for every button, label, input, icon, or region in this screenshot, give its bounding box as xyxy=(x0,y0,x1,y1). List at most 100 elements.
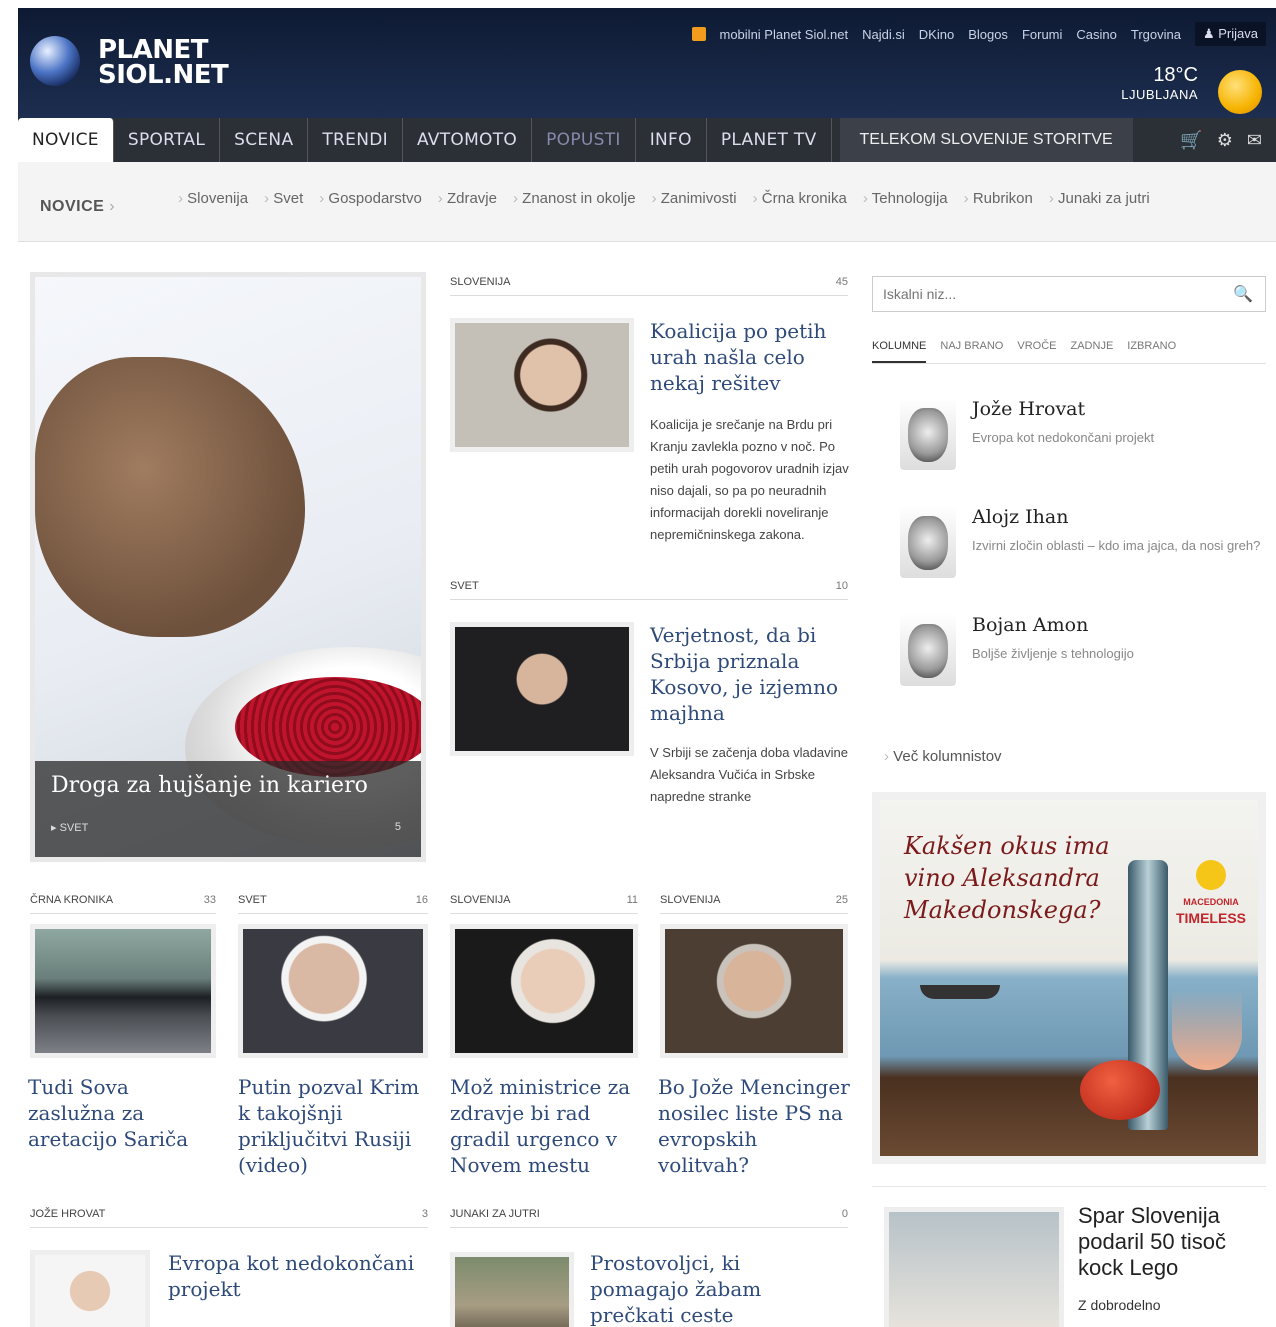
subnav-link[interactable]: Junaki za jutri xyxy=(1049,190,1150,207)
section-label[interactable]: JOŽE HROVAT xyxy=(30,1208,105,1220)
gear-icon[interactable]: ⚙ xyxy=(1217,130,1233,151)
tab-scena[interactable]: SCENA xyxy=(220,118,309,162)
promo-title[interactable]: Spar Slovenija podaril 50 tisoč kock Leg… xyxy=(1078,1203,1258,1281)
tab-naj-brano[interactable]: NAJ BRANO xyxy=(940,340,1003,363)
article-text-body: Koalicija je srečanje na Brdu pri Kranju… xyxy=(650,417,849,542)
tab-kolumne[interactable]: KOLUMNE xyxy=(872,340,927,363)
tab-trendi[interactable]: TRENDI xyxy=(308,118,403,162)
section-header: SVET 10 xyxy=(450,580,848,600)
tab-storitve[interactable]: TELEKOM SLOVENIJE STORITVE xyxy=(839,118,1133,162)
section-label[interactable]: SLOVENIJA xyxy=(450,894,511,906)
logo[interactable]: PLANET SIOL.NET xyxy=(98,37,229,88)
article-thumbnail[interactable] xyxy=(450,318,634,452)
tab-planet-tv[interactable]: PLANET TV xyxy=(707,118,832,162)
nav-icons: 🛒 ⚙ ✉ xyxy=(1180,130,1262,151)
subnav-link[interactable]: Tehnologija xyxy=(863,190,948,207)
weather-widget[interactable]: 18°C LJUBLJANA xyxy=(1121,64,1198,102)
article-thumbnail[interactable] xyxy=(30,1250,150,1327)
tab-avtomoto[interactable]: AVTOMOTO xyxy=(403,118,533,162)
top-link-forumi[interactable]: Forumi xyxy=(1022,27,1062,42)
tab-sportal[interactable]: SPORTAL xyxy=(114,118,221,162)
top-link-trgovina[interactable]: Trgovina xyxy=(1131,27,1181,42)
section-label[interactable]: SLOVENIJA xyxy=(660,894,721,906)
columnist-item[interactable]: Jože Hrovat Evropa kot nedokončani proje… xyxy=(900,398,1260,478)
article-thumbnail[interactable] xyxy=(238,924,428,1058)
tab-zadnje[interactable]: ZADNJE xyxy=(1071,340,1114,363)
article-thumbnail[interactable] xyxy=(450,622,634,756)
section-label[interactable]: JUNAKI ZA JUTRI xyxy=(450,1208,540,1220)
search-icon[interactable]: 🔍 xyxy=(1233,284,1253,304)
hero-article[interactable]: Droga za hujšanje in kariero ▸ SVET 5 xyxy=(30,272,426,862)
top-link-dkino[interactable]: DKino xyxy=(919,27,954,42)
avatar-face xyxy=(908,408,948,462)
top-link-blogos[interactable]: Blogos xyxy=(968,27,1008,42)
ad-brand: MACEDONIA TIMELESS xyxy=(1176,860,1246,926)
subnav-link[interactable]: Črna kronika xyxy=(753,190,847,207)
article-thumbnail[interactable] xyxy=(450,924,638,1058)
section-label[interactable]: SVET xyxy=(238,894,267,906)
section-label[interactable]: ČRNA KRONIKA xyxy=(30,894,113,906)
rss-icon[interactable] xyxy=(691,27,706,41)
tab-novice[interactable]: NOVICE xyxy=(18,118,114,162)
top-link-mobile[interactable]: mobilni Planet Siol.net xyxy=(720,27,849,42)
article-title[interactable]: Putin pozval Krim k takojšnji priključit… xyxy=(238,1074,428,1178)
article-text: Koalicija je srečanje na Brdu pri Kranju… xyxy=(650,414,850,546)
ad-boat-image xyxy=(920,985,1000,999)
top-link-casino[interactable]: Casino xyxy=(1076,27,1116,42)
article-thumbnail[interactable] xyxy=(660,924,848,1058)
search-box: 🔍 xyxy=(872,276,1266,312)
columnist-item[interactable]: Bojan Amon Boljše življenje s tehnologij… xyxy=(900,614,1260,704)
article-title[interactable]: Tudi Sova zaslužna za aretacijo Sariča xyxy=(28,1074,218,1152)
columnist-desc[interactable]: Evropa kot nedokončani projekt xyxy=(972,428,1262,448)
section-header: ČRNA KRONIKA 33 xyxy=(30,894,216,914)
section-header: JUNAKI ZA JUTRI 0 xyxy=(450,1208,848,1228)
cart-icon[interactable]: 🛒 xyxy=(1180,130,1202,151)
subnav-link[interactable]: Svet xyxy=(264,190,303,207)
avatar-face xyxy=(908,624,948,678)
mail-icon[interactable]: ✉ xyxy=(1247,130,1262,151)
more-label: Več kolumnistov xyxy=(893,748,1002,765)
subnav-links: Slovenija Svet Gospodarstvo Zdravje Znanost … xyxy=(178,187,1238,210)
columnist-name[interactable]: Alojz Ihan xyxy=(972,506,1068,528)
site-header: PLANET SIOL.NET mobilni Planet Siol.net … xyxy=(18,8,1276,118)
user-icon: ♟ xyxy=(1202,26,1219,41)
article-thumbnail[interactable] xyxy=(30,924,216,1058)
login-button[interactable]: ♟ Prijava xyxy=(1194,22,1266,46)
article-title[interactable]: Prostovoljci, ki pomagajo žabam prečkati… xyxy=(590,1250,840,1327)
section-label[interactable]: SLOVENIJA xyxy=(450,276,511,288)
hero-title[interactable]: Droga za hujšanje in kariero xyxy=(51,773,368,798)
subnav-link[interactable]: Gospodarstvo xyxy=(319,190,422,207)
subnav-link[interactable]: Zdravje xyxy=(438,190,497,207)
article-title[interactable]: Evropa kot nedokončani projekt xyxy=(168,1250,418,1302)
hero-category[interactable]: ▸ SVET xyxy=(51,821,88,834)
columnist-item[interactable]: Alojz Ihan Izvirni zločin oblasti – kdo … xyxy=(900,506,1260,596)
columnist-desc[interactable]: Boljše življenje s tehnologijo xyxy=(972,644,1262,664)
tab-vroce[interactable]: VROČE xyxy=(1017,340,1056,363)
article-title[interactable]: Mož ministrice za zdravje bi rad gradil … xyxy=(450,1074,640,1178)
tab-popusti[interactable]: POPUSTI xyxy=(532,118,636,162)
more-columnists-link[interactable]: › Več kolumnistov xyxy=(884,748,1002,765)
article-title[interactable]: Verjetnost, da bi Srbija priznala Kosovo… xyxy=(650,622,840,726)
subnav-link[interactable]: Slovenija xyxy=(178,190,248,207)
article-title[interactable]: Koalicija po petih urah našla celo nekaj… xyxy=(650,318,850,396)
top-link-najdi[interactable]: Najdi.si xyxy=(862,27,905,42)
article-thumbnail[interactable] xyxy=(450,1252,574,1327)
section-header: SLOVENIJA 11 xyxy=(450,894,638,914)
columnist-name[interactable]: Jože Hrovat xyxy=(972,398,1085,420)
advertisement-banner[interactable]: Kakšen okus ima vino Aleksandra Makedons… xyxy=(872,792,1266,1164)
columnist-desc[interactable]: Izvirni zločin oblasti – kdo ima jajca, … xyxy=(972,536,1262,556)
ad-tomato-image xyxy=(1080,1060,1160,1120)
promo-article[interactable]: Spar Slovenija podaril 50 tisoč kock Leg… xyxy=(872,1186,1266,1327)
columnist-name[interactable]: Bojan Amon xyxy=(972,614,1088,636)
tab-izbrano[interactable]: IZBRANO xyxy=(1127,340,1176,363)
logo-icon[interactable] xyxy=(30,36,80,86)
subnav-link[interactable]: Rubrikon xyxy=(964,190,1033,207)
search-input[interactable] xyxy=(873,277,1223,311)
subnav-link[interactable]: Zanimivosti xyxy=(652,190,737,207)
promo-thumbnail[interactable] xyxy=(884,1207,1064,1327)
section-label[interactable]: SVET xyxy=(450,580,479,592)
section-header: SLOVENIJA 25 xyxy=(660,894,848,914)
tab-info[interactable]: INFO xyxy=(636,118,707,162)
subnav-link[interactable]: Znanost in okolje xyxy=(513,190,636,207)
article-title[interactable]: Bo Jože Mencinger nosilec liste PS na ev… xyxy=(658,1074,853,1178)
